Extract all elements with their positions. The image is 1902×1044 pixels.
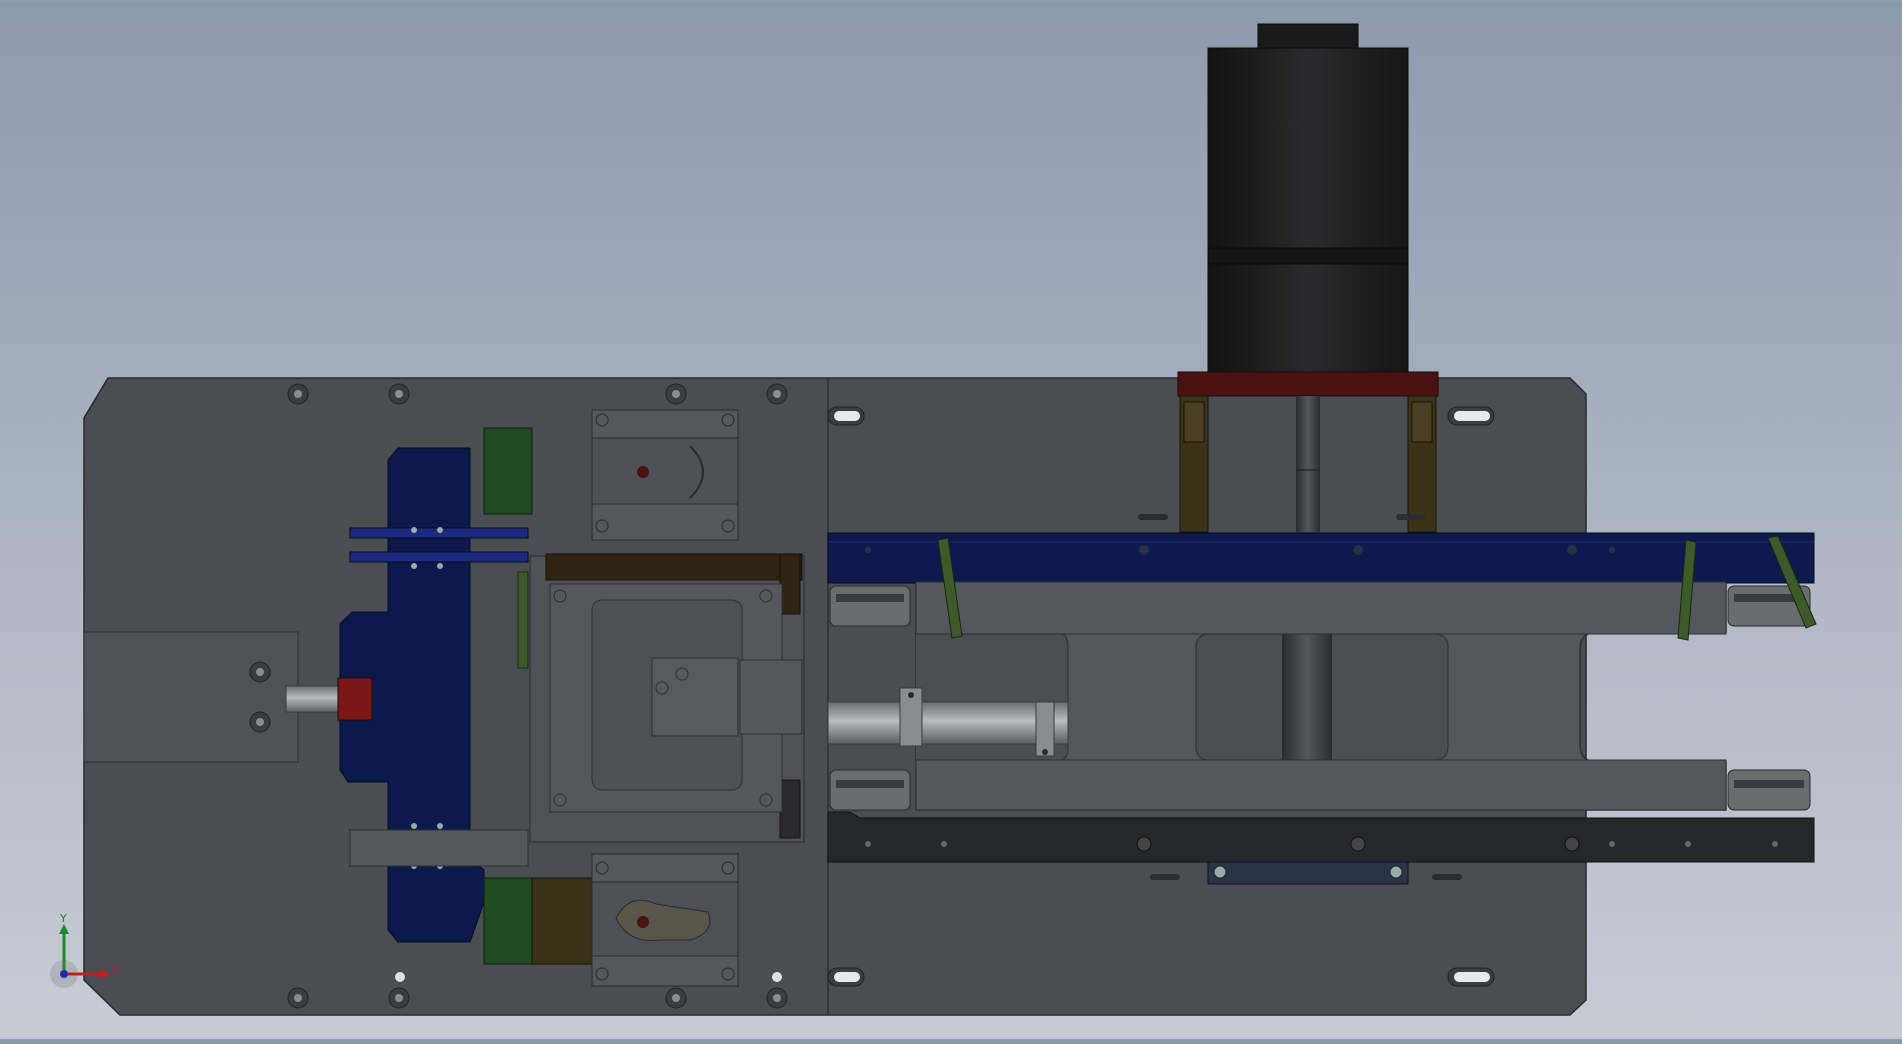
center-assembly[interactable] [529, 553, 805, 843]
y-axis-arrowhead [59, 924, 69, 934]
blue-rail[interactable] [827, 532, 1815, 584]
x-axis-arrowhead [100, 969, 110, 979]
cad-graphics-area[interactable]: Y Y [0, 0, 1902, 1039]
cad-model-view[interactable] [0, 0, 1902, 1039]
coordinate-triad-icon[interactable]: Y Y [40, 910, 130, 1000]
stepper-motor[interactable] [1207, 23, 1409, 373]
z-axis-dot [60, 970, 68, 978]
triad-y-label: Y [59, 912, 67, 925]
triad-x-label: Y [111, 964, 119, 977]
bottom-cam-housing[interactable] [591, 853, 739, 987]
top-cam-housing[interactable] [591, 409, 739, 541]
